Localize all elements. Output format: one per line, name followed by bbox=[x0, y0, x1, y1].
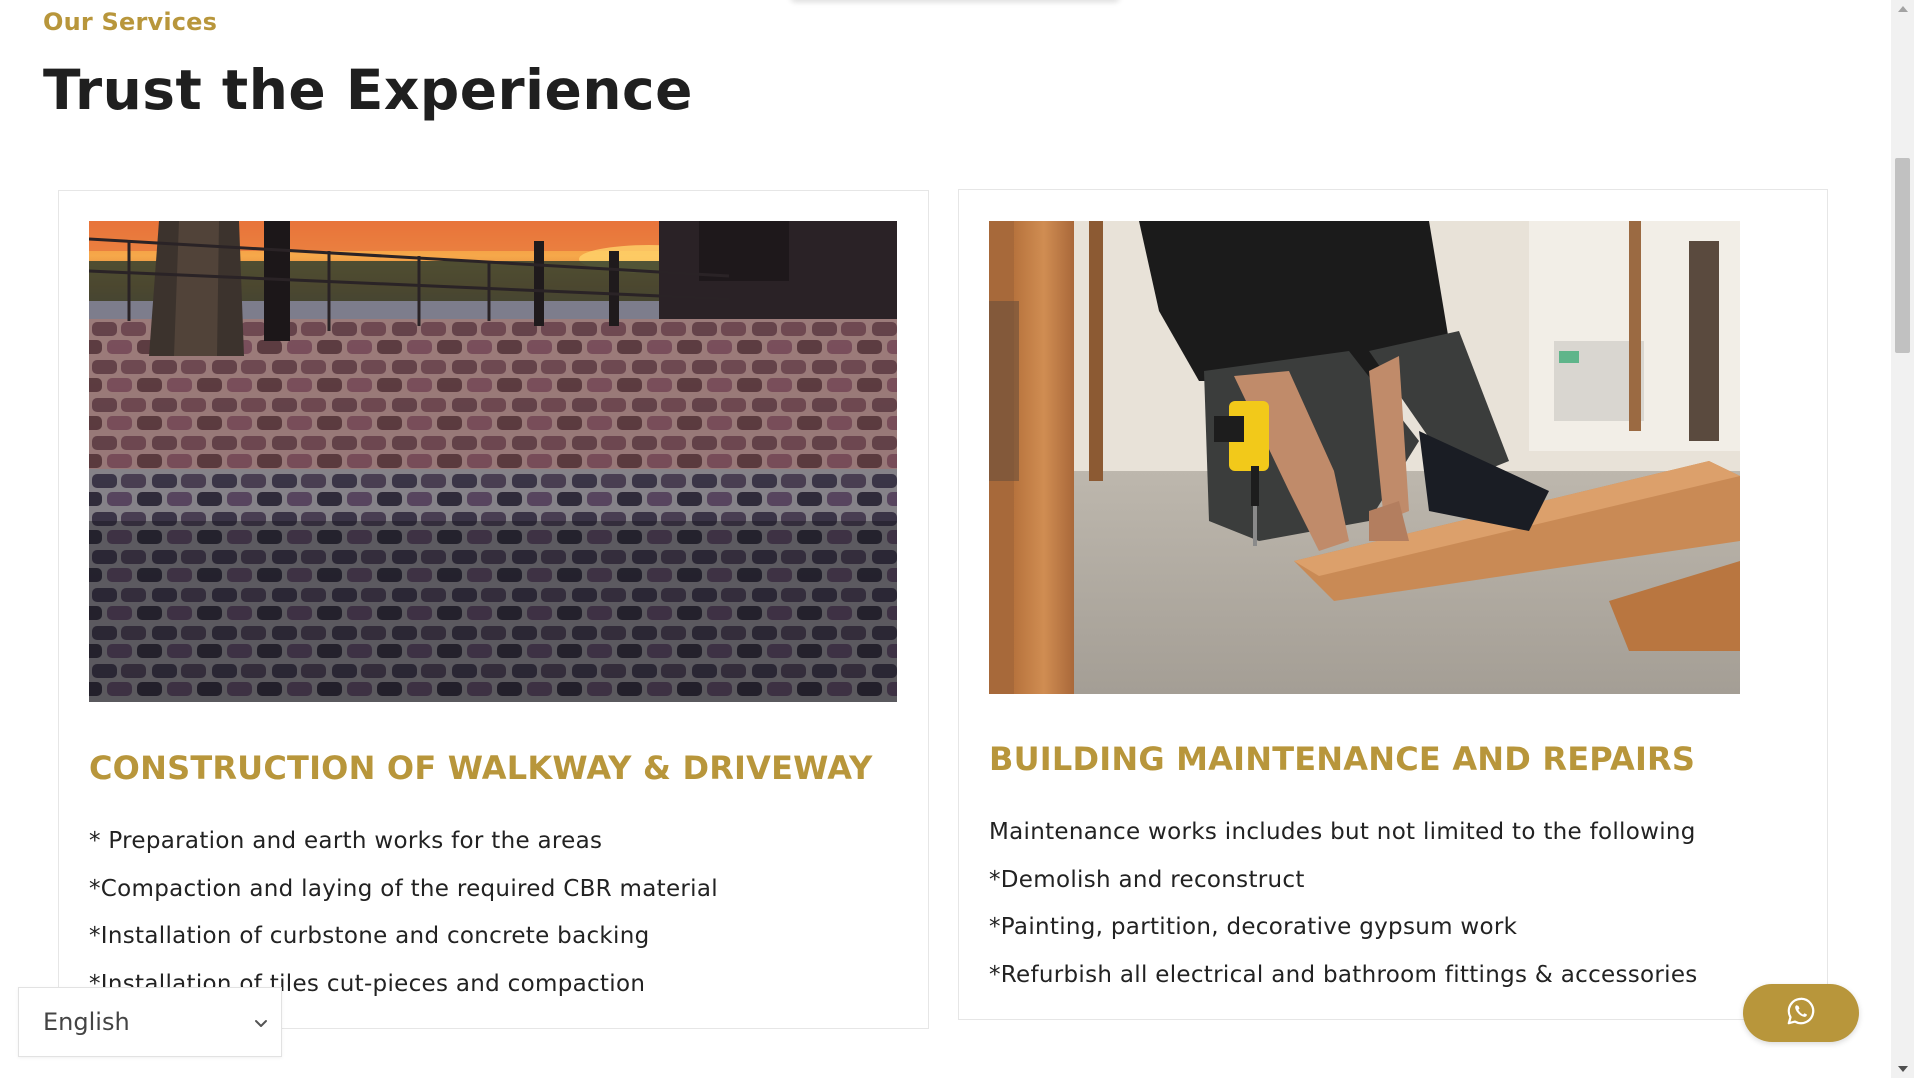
list-item: *Refurbish all electrical and bathroom f… bbox=[989, 961, 1698, 988]
list-item: * Preparation and earth works for the ar… bbox=[89, 828, 603, 854]
service-list-maintenance: Maintenance works includes but not limit… bbox=[989, 809, 1698, 999]
service-heading-maintenance: BUILDING MAINTENANCE AND REPAIRS bbox=[989, 740, 1696, 778]
list-item: *Painting, partition, decorative gypsum … bbox=[989, 914, 1518, 940]
scrollbar-thumb[interactable] bbox=[1895, 158, 1910, 353]
page: Our Services Trust the Experience CONSTR… bbox=[0, 0, 1914, 1078]
service-card-maintenance: BUILDING MAINTENANCE AND REPAIRS Mainten… bbox=[958, 189, 1828, 1020]
service-heading-walkway: CONSTRUCTION OF WALKWAY & DRIVEWAY bbox=[89, 749, 873, 787]
service-card-walkway: CONSTRUCTION OF WALKWAY & DRIVEWAY * Pre… bbox=[58, 190, 929, 1029]
language-select[interactable]: English bbox=[18, 987, 282, 1057]
whatsapp-icon bbox=[1786, 996, 1816, 1030]
list-item: Maintenance works includes but not limit… bbox=[989, 819, 1696, 845]
vertical-scrollbar[interactable] bbox=[1891, 0, 1914, 1078]
cobblestone-sunset-picture bbox=[89, 221, 897, 702]
section-title: Trust the Experience bbox=[43, 58, 693, 122]
section-eyebrow: Our Services bbox=[43, 8, 218, 36]
service-image-cobblestone bbox=[89, 221, 897, 702]
list-item: *Installation of curbstone and concrete … bbox=[89, 923, 650, 949]
service-image-worker bbox=[989, 221, 1740, 694]
service-list-walkway: * Preparation and earth works for the ar… bbox=[89, 818, 718, 1008]
language-select-value: English bbox=[43, 1008, 130, 1036]
list-item: *Demolish and reconstruct bbox=[989, 866, 1305, 893]
list-item: *Compaction and laying of the required C… bbox=[89, 875, 718, 902]
scroll-down-arrow-icon[interactable] bbox=[1891, 1060, 1914, 1078]
scroll-up-arrow-icon[interactable] bbox=[1891, 0, 1914, 18]
chevron-down-icon bbox=[251, 1012, 271, 1032]
whatsapp-chat-button[interactable] bbox=[1743, 984, 1859, 1042]
worker-drilling-picture bbox=[989, 221, 1740, 694]
